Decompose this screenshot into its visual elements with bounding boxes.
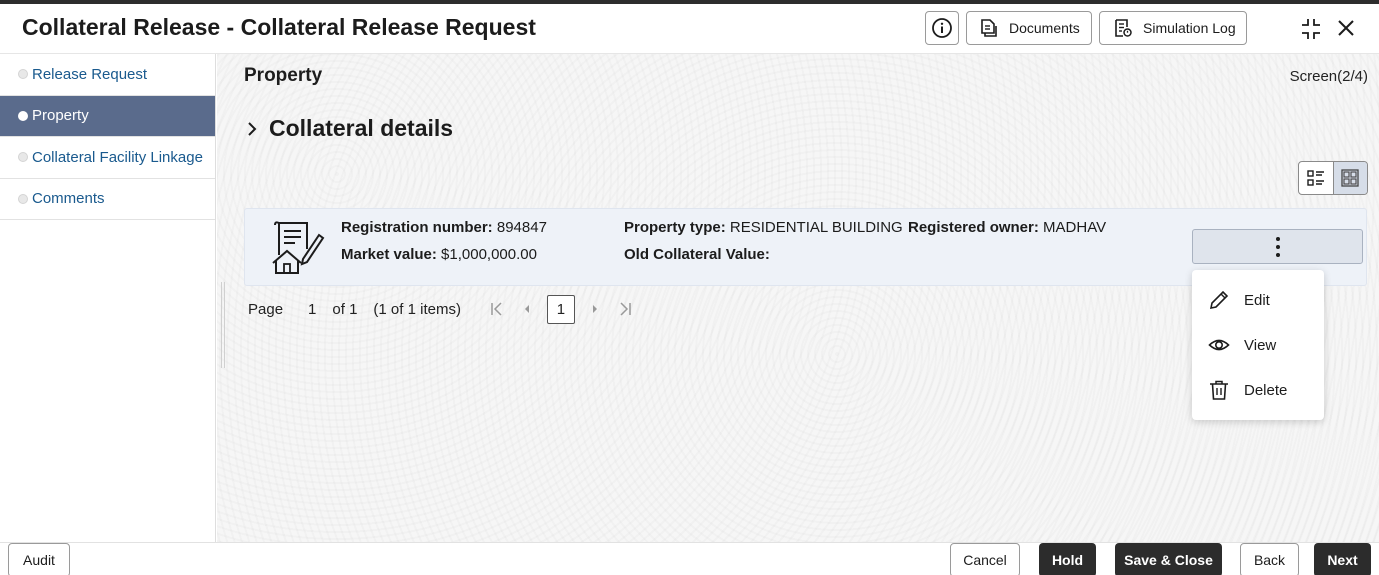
old-collateral-value-field: Old Collateral Value: bbox=[624, 246, 770, 263]
field-label: Property type: bbox=[624, 219, 726, 236]
kebab-icon bbox=[1275, 236, 1280, 257]
pencil-icon bbox=[1209, 290, 1229, 310]
simulation-log-label: Simulation Log bbox=[1143, 20, 1236, 36]
sidebar-item-label: Collateral Facility Linkage bbox=[32, 148, 203, 166]
last-page-button[interactable] bbox=[615, 299, 635, 319]
step-dot bbox=[18, 110, 28, 121]
collapse-icon[interactable] bbox=[1299, 17, 1323, 41]
next-button[interactable]: Next bbox=[1314, 543, 1371, 575]
next-page-button[interactable] bbox=[585, 299, 605, 319]
list-view-button[interactable] bbox=[1299, 162, 1333, 194]
save-close-button[interactable]: Save & Close bbox=[1115, 543, 1222, 575]
field-value: MADHAV bbox=[1043, 219, 1107, 236]
property-document-icon bbox=[272, 221, 325, 274]
view-toggle bbox=[1298, 161, 1368, 195]
sidebar-item-label: Comments bbox=[32, 190, 105, 208]
current-page-input[interactable]: 1 bbox=[546, 294, 575, 324]
grid-view-icon bbox=[1341, 169, 1360, 187]
sidebar-item-property[interactable]: Property bbox=[0, 95, 215, 137]
simulation-log-button[interactable]: Simulation Log bbox=[1099, 11, 1247, 45]
scroll-handle[interactable] bbox=[221, 282, 225, 368]
registration-number-field: Registration number: 894847 bbox=[341, 219, 547, 236]
market-value-field: Market value: $1,000,000.00 bbox=[341, 246, 537, 263]
page-of-label: of 1 bbox=[332, 300, 358, 318]
hold-button[interactable]: Hold bbox=[1039, 543, 1096, 575]
screen-indicator: Screen(2/4) bbox=[1289, 68, 1368, 85]
grid-view-button[interactable] bbox=[1332, 162, 1367, 194]
footer-action-bar: Audit Cancel Hold Save & Close Back Next bbox=[0, 542, 1379, 575]
main-content: Property Screen(2/4) Collateral details bbox=[217, 54, 1379, 542]
last-page-icon bbox=[620, 302, 631, 316]
first-page-button[interactable] bbox=[487, 299, 507, 319]
menu-item-view[interactable]: View bbox=[1192, 325, 1324, 365]
menu-item-delete[interactable]: Delete bbox=[1192, 370, 1324, 410]
registered-owner-field: Registered owner: MADHAV bbox=[908, 219, 1106, 236]
close-icon[interactable] bbox=[1335, 17, 1357, 39]
section-title: Property bbox=[244, 65, 323, 86]
items-count: (1 of 1 items) bbox=[373, 300, 461, 318]
field-value: $1,000,000.00 bbox=[441, 246, 537, 263]
pagination: Page 1 of 1 (1 of 1 items) 1 bbox=[248, 294, 645, 324]
back-button[interactable]: Back bbox=[1240, 543, 1299, 575]
sidebar: Release Request Property Collateral Faci… bbox=[0, 54, 216, 542]
page-number: 1 bbox=[308, 300, 317, 318]
collateral-details-title[interactable]: Collateral details bbox=[269, 115, 453, 142]
step-dot bbox=[18, 69, 28, 79]
step-dot bbox=[18, 193, 28, 204]
sidebar-item-collateral-facility-linkage[interactable]: Collateral Facility Linkage bbox=[0, 137, 215, 179]
field-label: Registration number: bbox=[341, 219, 493, 236]
step-dot bbox=[18, 152, 28, 162]
chevron-right-icon[interactable] bbox=[245, 120, 259, 138]
field-value: RESIDENTIAL BUILDING bbox=[729, 219, 903, 236]
sidebar-item-comments[interactable]: Comments bbox=[0, 179, 215, 220]
menu-item-edit[interactable]: Edit bbox=[1192, 280, 1324, 320]
menu-item-label: Delete bbox=[1244, 381, 1288, 399]
documents-label: Documents bbox=[1009, 20, 1080, 36]
info-button[interactable] bbox=[925, 11, 959, 45]
page-header: Collateral Release - Collateral Release … bbox=[0, 4, 1379, 54]
menu-item-label: Edit bbox=[1244, 291, 1270, 309]
documents-button[interactable]: Documents bbox=[966, 11, 1092, 45]
field-label: Old Collateral Value: bbox=[624, 246, 770, 263]
first-page-icon bbox=[491, 302, 502, 316]
field-label: Market value: bbox=[341, 246, 437, 263]
page-label: Page bbox=[248, 300, 284, 318]
previous-page-button[interactable] bbox=[517, 299, 537, 319]
actions-menu-button[interactable] bbox=[1192, 229, 1363, 264]
audit-button[interactable]: Audit bbox=[8, 543, 70, 575]
info-icon bbox=[932, 18, 952, 38]
trash-icon bbox=[1210, 380, 1228, 400]
eye-icon bbox=[1208, 339, 1230, 351]
cancel-button[interactable]: Cancel bbox=[950, 543, 1020, 575]
page-title: Collateral Release - Collateral Release … bbox=[22, 14, 536, 40]
sidebar-item-label: Property bbox=[32, 107, 89, 125]
sidebar-item-release-request[interactable]: Release Request bbox=[0, 54, 215, 96]
simulation-log-icon bbox=[1115, 19, 1132, 37]
sidebar-item-label: Release Request bbox=[32, 65, 148, 83]
field-label: Registered owner: bbox=[908, 219, 1039, 236]
property-type-field: Property type: RESIDENTIAL BUILDING bbox=[624, 219, 903, 236]
previous-page-icon bbox=[524, 305, 529, 313]
actions-dropdown-menu: Edit View Delete bbox=[1192, 270, 1324, 420]
field-value: 894847 bbox=[496, 219, 547, 236]
next-page-icon bbox=[592, 305, 597, 313]
menu-item-label: View bbox=[1244, 336, 1277, 354]
list-view-icon bbox=[1307, 170, 1324, 186]
documents-icon bbox=[981, 19, 997, 37]
